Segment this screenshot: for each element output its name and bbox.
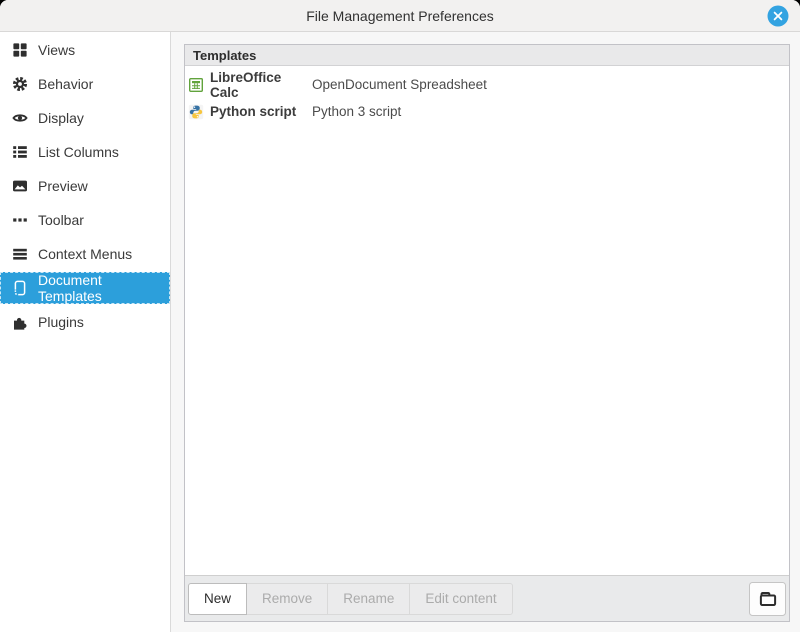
list-columns-icon bbox=[12, 144, 28, 160]
document-icon bbox=[12, 280, 28, 296]
sidebar-item-label: Views bbox=[38, 42, 75, 58]
rename-template-button[interactable]: Rename bbox=[327, 583, 410, 615]
grid-icon bbox=[12, 42, 28, 58]
templates-list: LibreOffice Calc OpenDocument Spreadshee… bbox=[185, 66, 789, 575]
sidebar-item-document-templates[interactable]: Document Templates bbox=[0, 272, 170, 304]
open-templates-folder-button[interactable] bbox=[749, 582, 786, 616]
template-actions-group: New Remove Rename Edit content bbox=[188, 583, 513, 615]
template-row-python-script[interactable]: Python script Python 3 script bbox=[185, 98, 789, 125]
sidebar: Views Behavior bbox=[0, 32, 171, 632]
template-row-libreoffice-calc[interactable]: LibreOffice Calc OpenDocument Spreadshee… bbox=[185, 71, 789, 98]
edit-content-button[interactable]: Edit content bbox=[409, 583, 512, 615]
content-area: Templates LibreOffice Calc OpenDocumen bbox=[171, 32, 800, 632]
sidebar-item-label: List Columns bbox=[38, 144, 119, 160]
sidebar-item-behavior[interactable]: Behavior bbox=[0, 68, 170, 100]
sidebar-item-label: Context Menus bbox=[38, 246, 132, 262]
sidebar-item-label: Preview bbox=[38, 178, 88, 194]
sidebar-item-preview[interactable]: Preview bbox=[0, 170, 170, 202]
remove-template-button[interactable]: Remove bbox=[246, 583, 328, 615]
preferences-dialog: File Management Preferences Views bbox=[0, 0, 800, 632]
new-template-button[interactable]: New bbox=[188, 583, 247, 615]
sidebar-item-views[interactable]: Views bbox=[0, 34, 170, 66]
sidebar-item-plugins[interactable]: Plugins bbox=[0, 306, 170, 338]
titlebar: File Management Preferences bbox=[0, 0, 800, 32]
python-icon bbox=[188, 104, 204, 120]
templates-panel: Templates LibreOffice Calc OpenDocumen bbox=[184, 44, 790, 622]
gear-icon bbox=[12, 76, 28, 92]
sidebar-item-context-menus[interactable]: Context Menus bbox=[0, 238, 170, 270]
template-name: Python script bbox=[210, 104, 312, 119]
templates-toolbar: New Remove Rename Edit content bbox=[185, 575, 789, 621]
close-button[interactable] bbox=[767, 5, 789, 27]
sidebar-item-label: Document Templates bbox=[38, 272, 169, 304]
sidebar-item-label: Toolbar bbox=[38, 212, 84, 228]
sidebar-item-display[interactable]: Display bbox=[0, 102, 170, 134]
template-description: Python 3 script bbox=[312, 104, 401, 119]
puzzle-icon bbox=[12, 314, 28, 330]
templates-header: Templates bbox=[185, 45, 789, 66]
image-icon bbox=[12, 178, 28, 194]
sidebar-item-toolbar[interactable]: Toolbar bbox=[0, 204, 170, 236]
folder-icon bbox=[758, 589, 778, 609]
templates-header-label: Templates bbox=[193, 48, 256, 63]
sidebar-item-label: Behavior bbox=[38, 76, 93, 92]
sidebar-item-list-columns[interactable]: List Columns bbox=[0, 136, 170, 168]
main-area: Views Behavior bbox=[0, 32, 800, 632]
close-x-icon bbox=[767, 5, 789, 27]
sidebar-item-label: Plugins bbox=[38, 314, 84, 330]
sidebar-item-label: Display bbox=[38, 110, 84, 126]
menu-lines-icon bbox=[12, 246, 28, 262]
libreoffice-calc-icon bbox=[188, 77, 204, 93]
window-title: File Management Preferences bbox=[306, 8, 494, 24]
template-description: OpenDocument Spreadsheet bbox=[312, 77, 487, 92]
eye-icon bbox=[12, 110, 28, 126]
template-name: LibreOffice Calc bbox=[210, 70, 312, 100]
dots-icon bbox=[12, 212, 28, 228]
